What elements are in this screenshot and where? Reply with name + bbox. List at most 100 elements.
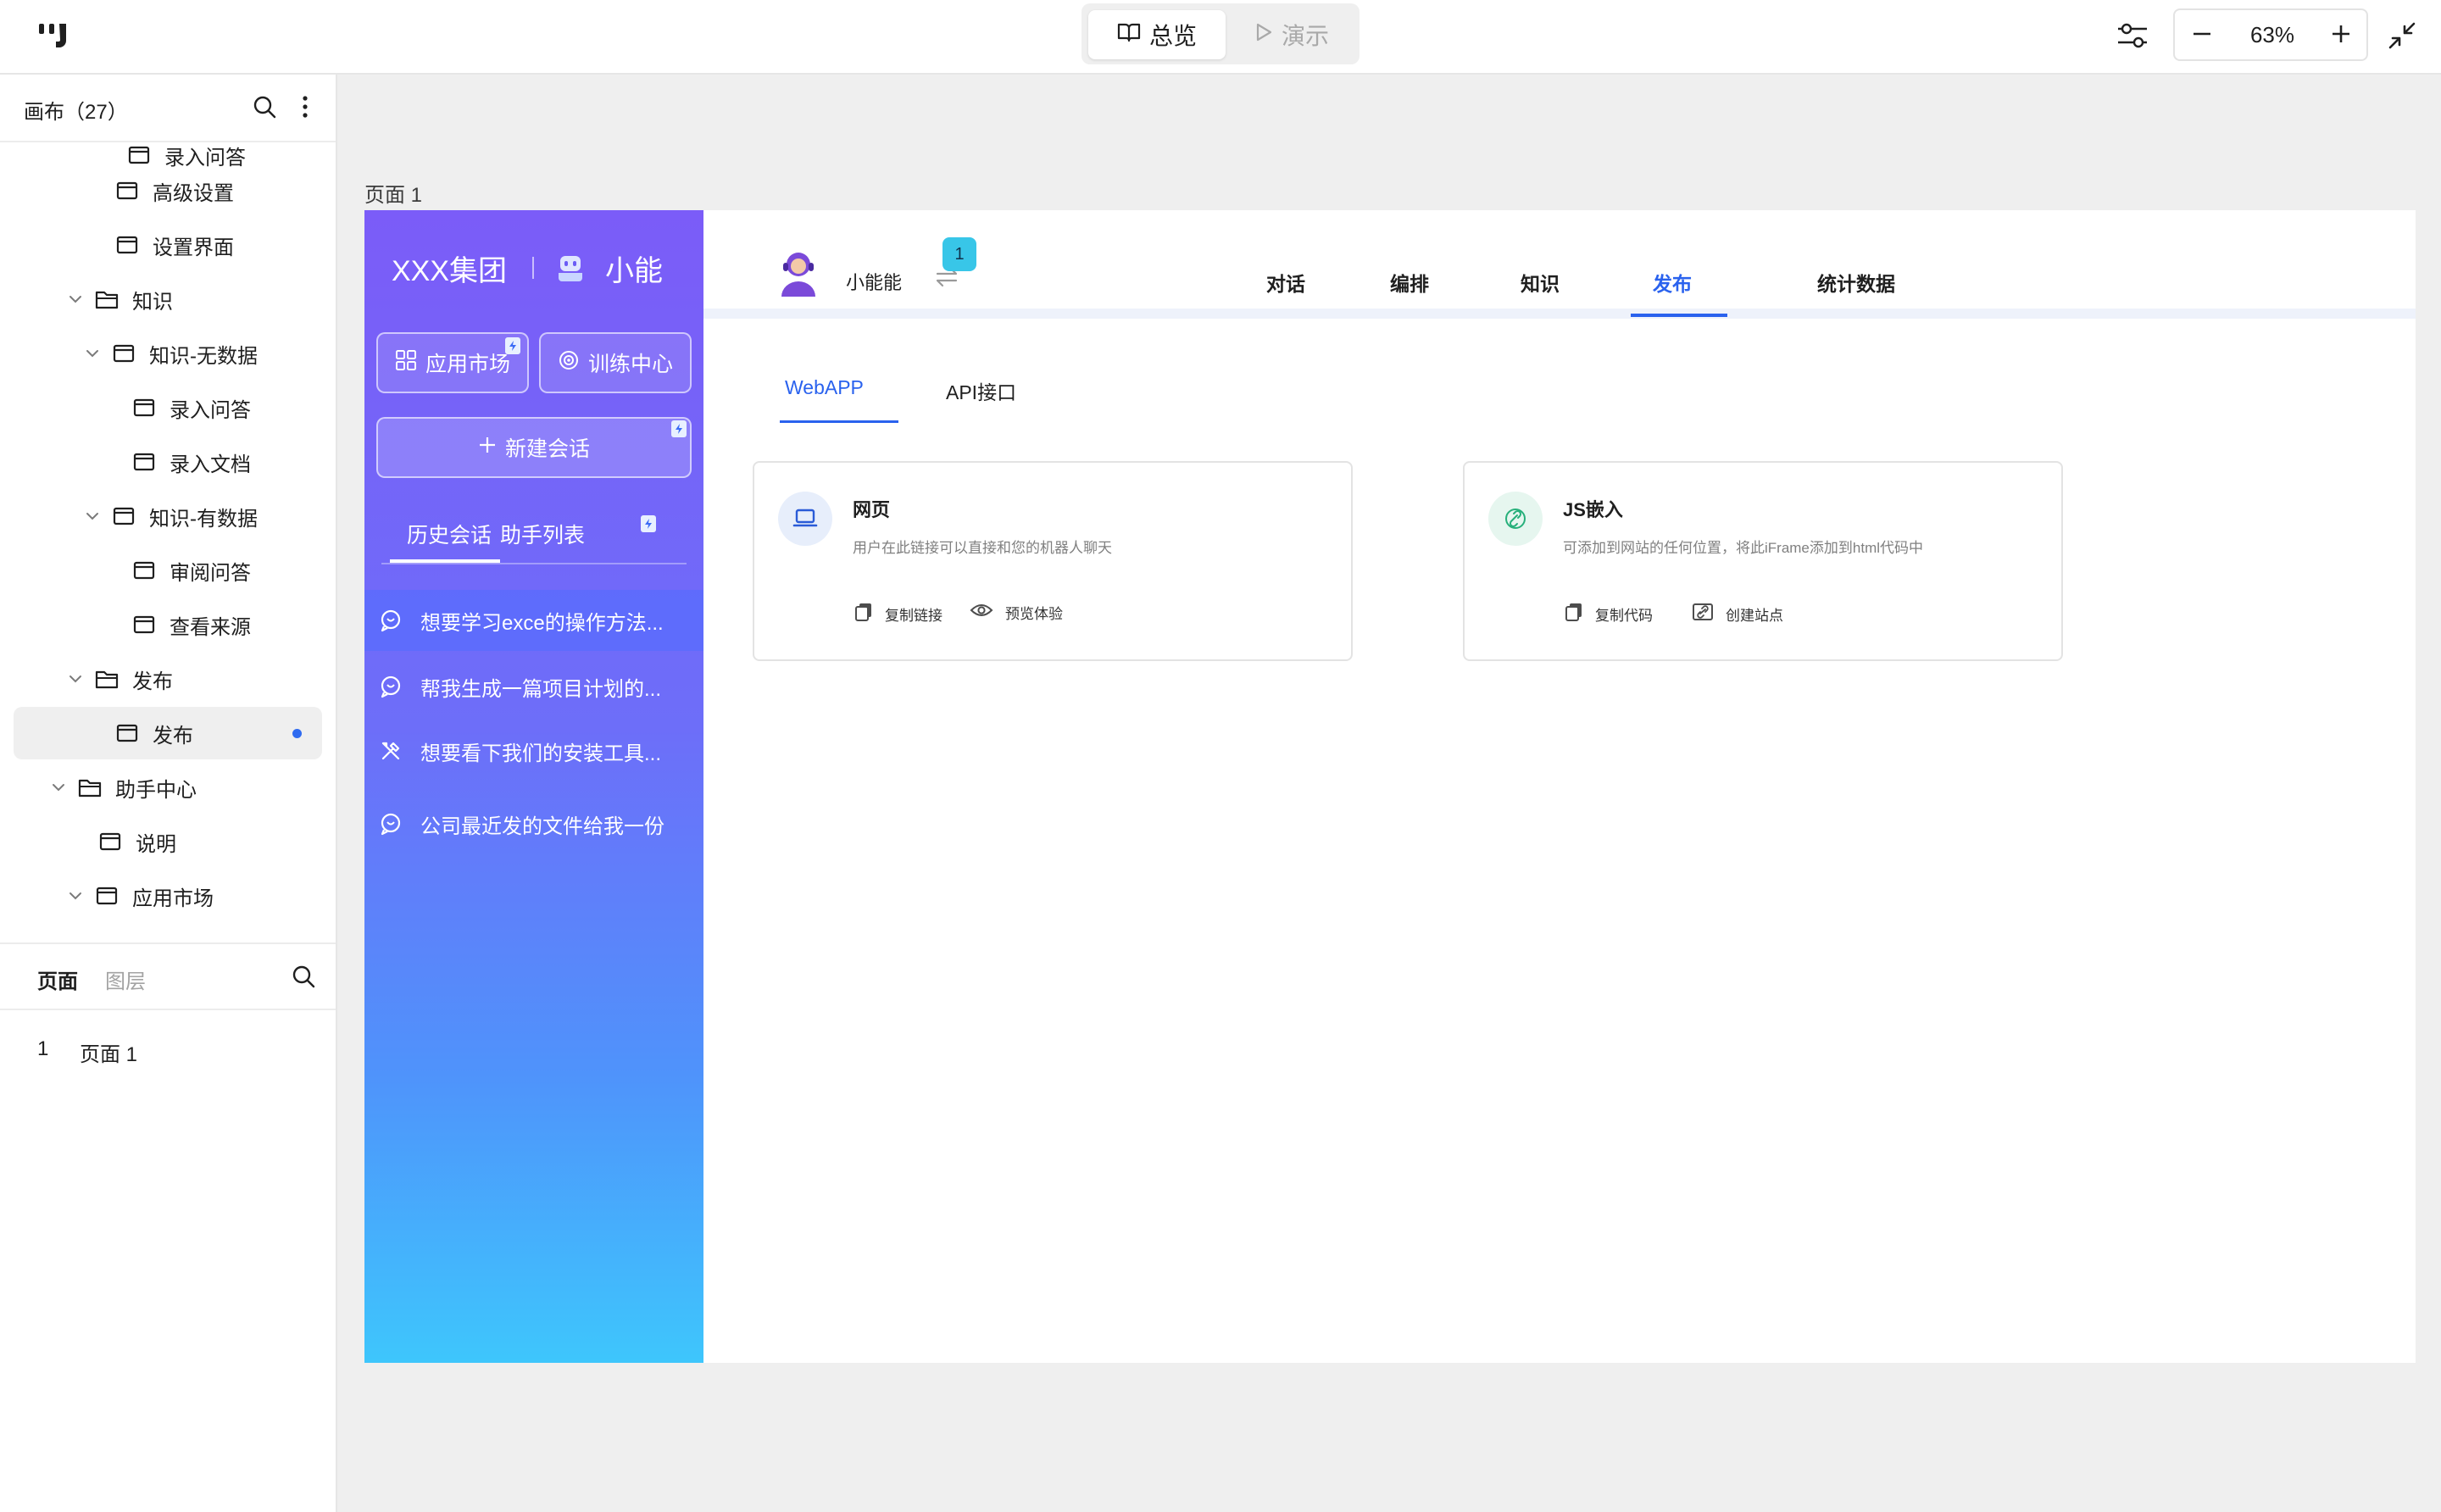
tab-history[interactable]: 历史会话 — [407, 519, 492, 561]
tree-item-knowledge-data[interactable]: 知识-有数据 — [83, 490, 258, 542]
tab-pages[interactable]: 页面 — [37, 964, 78, 994]
tree-item-view-source[interactable]: 查看来源 — [132, 598, 251, 651]
history-tabs: 历史会话 助手列表 — [381, 514, 687, 564]
create-site-button[interactable]: 创建站点 — [1692, 602, 1783, 626]
zoom-level[interactable]: 63% — [2226, 10, 2319, 59]
zoom-in-button[interactable] — [2326, 20, 2356, 51]
book-icon — [1117, 21, 1141, 48]
brand-divider — [532, 257, 535, 279]
preview-button[interactable]: 预览体验 — [970, 602, 1063, 623]
active-sub-tab-indicator — [780, 420, 898, 423]
plus-icon — [478, 436, 497, 460]
settings-sliders-button[interactable] — [2110, 15, 2155, 59]
tab-knowledge[interactable]: 知识 — [1521, 268, 1560, 297]
preview-label: 预览体验 — [1005, 606, 1063, 622]
app-market-button[interactable]: 应用市场 — [376, 332, 529, 393]
lightning-icon — [641, 515, 656, 532]
minus-icon — [2191, 23, 2213, 49]
page-icon — [132, 614, 156, 635]
conversation-item[interactable]: 公司最近发的文件给我一份 — [364, 793, 703, 854]
card-description: 用户在此链接可以直接和您的机器人聊天 — [853, 540, 1112, 556]
chevron-down-icon[interactable] — [66, 290, 85, 309]
conversation-item[interactable]: 想要看下我们的安装工具... — [364, 720, 703, 781]
tree-item-entry-docs[interactable]: 录入文档 — [132, 436, 251, 488]
chevron-down-icon[interactable] — [49, 778, 68, 797]
present-mode-button[interactable]: 演示 — [1231, 10, 1353, 59]
tree-item-knowledge-folder[interactable]: 知识 — [66, 273, 173, 325]
conversation-text: 想要看下我们的安装工具... — [420, 742, 662, 765]
tab-orchestrate-label: 编排 — [1390, 273, 1429, 295]
pages-layers-tabs: 页面 图层 — [0, 942, 336, 1010]
tree-item-publish-page[interactable]: 发布 — [14, 707, 322, 759]
conversation-item[interactable]: 帮我生成一篇项目计划的... — [364, 656, 703, 717]
overview-label: 总览 — [1148, 23, 1197, 49]
card-title: 网页 — [853, 499, 891, 520]
target-icon — [558, 349, 580, 377]
chevron-down-icon[interactable] — [66, 670, 85, 688]
tree-item-settings-ui[interactable]: 设置界面 — [115, 219, 234, 271]
page-icon — [127, 145, 151, 165]
tree-item-review-qa[interactable]: 审阅问答 — [132, 544, 251, 597]
page-list-item[interactable]: 1 页面 1 — [0, 1026, 336, 1073]
tab-statistics-label: 统计数据 — [1817, 273, 1895, 295]
tree-item-assistant-center[interactable]: 助手中心 — [49, 761, 197, 814]
tree-item-label: 高级设置 — [153, 181, 234, 205]
assistant-avatar[interactable] — [778, 249, 819, 297]
copy-code-button[interactable]: 复制代码 — [1565, 602, 1653, 626]
new-conversation-button[interactable]: 新建会话 — [376, 417, 692, 478]
copy-icon — [1565, 602, 1583, 626]
exit-fullscreen-button[interactable] — [2380, 15, 2424, 59]
tree-item-label: 查看来源 — [170, 615, 251, 639]
page-icon — [132, 452, 156, 472]
eye-icon — [970, 602, 993, 623]
tree-item-app-market[interactable]: 应用市场 — [66, 870, 214, 922]
more-vertical-icon — [302, 95, 309, 123]
page-icon — [95, 886, 119, 906]
canvas-more-button[interactable] — [290, 93, 320, 124]
laptop-icon — [778, 492, 832, 546]
chat-icon — [378, 811, 403, 837]
zoom-out-button[interactable] — [2187, 20, 2217, 51]
canvas-search-button[interactable] — [249, 93, 280, 124]
chat-icon — [378, 608, 403, 633]
tree-item-publish-folder[interactable]: 发布 — [66, 653, 173, 705]
app-logo[interactable] — [36, 19, 73, 56]
tree-item-explanation[interactable]: 说明 — [98, 815, 176, 868]
folder-icon — [95, 669, 119, 689]
tab-webapp[interactable]: WebAPP — [785, 376, 864, 399]
training-center-button[interactable]: 训练中心 — [539, 332, 692, 393]
chevron-down-icon[interactable] — [83, 344, 102, 363]
tab-statistics[interactable]: 统计数据 — [1817, 268, 1895, 297]
frame-label[interactable]: 页面 1 — [364, 178, 422, 208]
lightning-icon — [671, 420, 687, 437]
tab-assistants[interactable]: 助手列表 — [500, 519, 585, 549]
copy-link-button[interactable]: 复制链接 — [854, 602, 942, 626]
tab-orchestrate[interactable]: 编排 — [1390, 268, 1429, 297]
tab-api[interactable]: API接口 — [946, 376, 1016, 405]
app-market-label: 应用市场 — [425, 353, 510, 376]
tree-item-label: 助手中心 — [115, 778, 197, 802]
search-icon — [291, 964, 316, 993]
training-center-label: 训练中心 — [587, 353, 673, 376]
pages-search-button[interactable] — [288, 963, 319, 993]
tab-publish[interactable]: 发布 — [1653, 268, 1692, 297]
page-icon — [115, 235, 139, 255]
tree-item-knowledge-empty[interactable]: 知识-无数据 — [83, 327, 258, 380]
link-icon — [1488, 492, 1543, 546]
new-conversation-label: 新建会话 — [504, 437, 590, 461]
active-tab-indicator — [390, 559, 500, 563]
tab-chat[interactable]: 对话 — [1266, 268, 1305, 297]
tree-item-entry-qa[interactable]: 录入问答 — [132, 381, 251, 434]
tree-item-advanced-settings[interactable]: 高级设置 — [115, 164, 234, 217]
chevron-down-icon[interactable] — [66, 887, 85, 905]
overview-mode-button[interactable]: 总览 — [1088, 10, 1226, 59]
tree-item-label: 知识-无数据 — [149, 344, 258, 368]
grid-icon — [395, 349, 417, 377]
tab-layers[interactable]: 图层 — [105, 964, 146, 994]
tree-item-label: 说明 — [136, 832, 176, 856]
page-icon — [98, 831, 122, 852]
webpage-card: 网页 用户在此链接可以直接和您的机器人聊天 复制链接 预览体验 — [753, 461, 1353, 661]
chevron-down-icon[interactable] — [83, 507, 102, 525]
conversation-item[interactable]: 想要学习exce的操作方法... — [364, 590, 703, 651]
tree-item-label: 知识 — [132, 290, 173, 314]
